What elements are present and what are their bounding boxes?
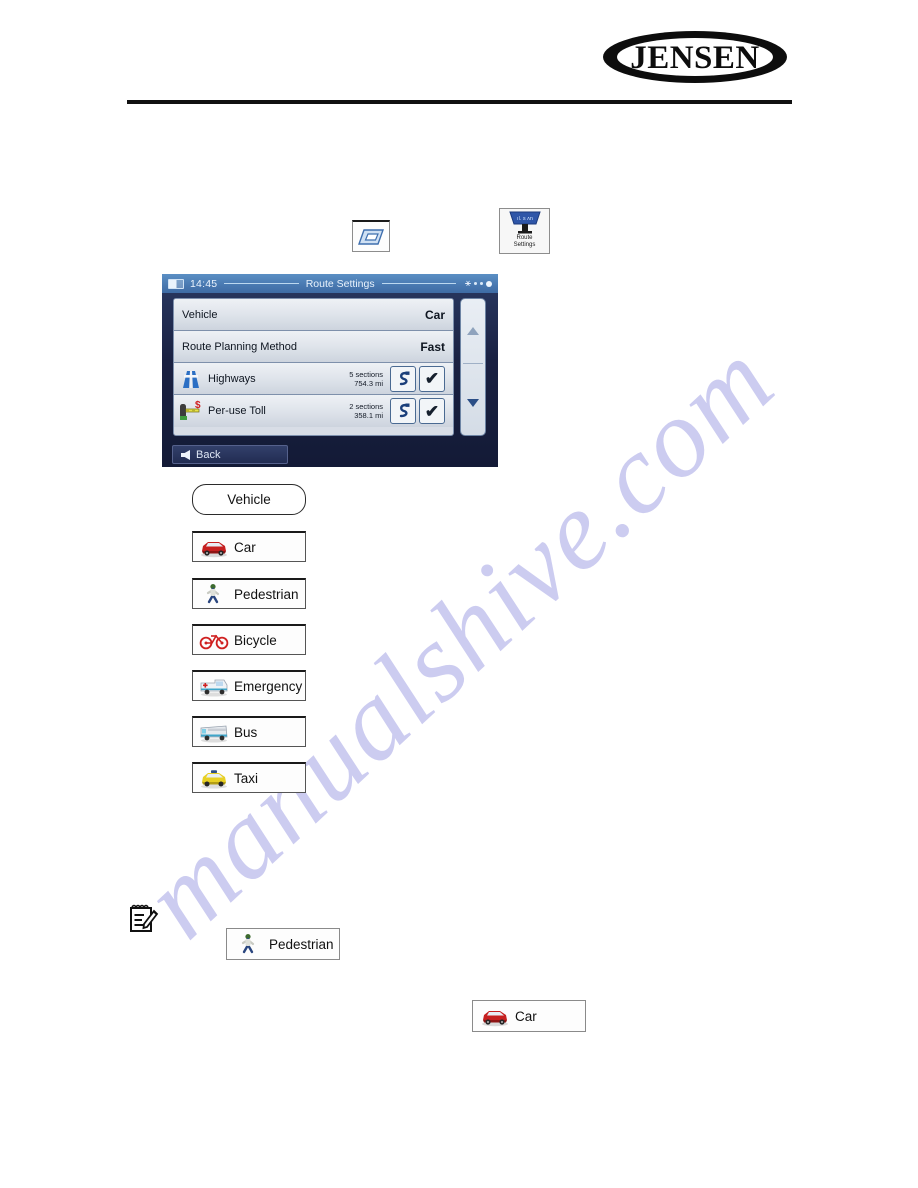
vehicle-heading-button[interactable]: Vehicle <box>192 484 306 515</box>
row-distance: 358.1 mi <box>354 411 383 420</box>
gps-device-screenshot: 14:45 Route Settings ⚹ Vehicle Car Route… <box>162 274 498 467</box>
toll-booth-icon: $ <box>178 399 204 423</box>
row-sections: 2 sections <box>349 402 383 411</box>
vehicle-option-label: Emergency <box>234 678 303 694</box>
screen-title: Route Settings <box>305 277 375 290</box>
pedestrian-icon <box>234 933 264 955</box>
car-icon <box>480 1005 510 1027</box>
vehicle-option-bus[interactable]: Bus <box>192 716 306 747</box>
row-label: Vehicle <box>182 308 218 321</box>
row-stats: 5 sections 754.3 mi <box>349 370 383 388</box>
row-stats: 2 sections 358.1 mi <box>349 402 383 420</box>
device-status-bar: 14:45 Route Settings ⚹ <box>162 274 498 293</box>
row-value: Fast <box>420 339 445 354</box>
header-divider-rule <box>127 100 792 104</box>
signal-dot-3 <box>486 280 493 287</box>
row-value: Car <box>424 307 445 322</box>
vehicle-option-label: Pedestrian <box>234 586 299 602</box>
svg-text:JENSEN: JENSEN <box>630 40 760 76</box>
bicycle-icon <box>199 629 229 651</box>
bus-icon <box>199 721 229 743</box>
scroll-down-arrow-icon[interactable] <box>467 399 479 407</box>
route-settings-list: Vehicle Car Route Planning Method Fast H… <box>173 298 454 436</box>
route-settings-icon-button[interactable]: ıl. s ʌn Route Settings <box>499 208 550 254</box>
vehicle-heading-label: Vehicle <box>227 492 271 507</box>
vehicle-option-label: Taxi <box>234 770 259 786</box>
note-car-label: Car <box>515 1008 537 1024</box>
svg-text:ıl. s ʌn: ıl. s ʌn <box>517 216 533 222</box>
vehicle-option-label: Bicycle <box>234 632 277 648</box>
row-distance: 754.3 mi <box>354 378 383 388</box>
route-settings-icon-label: Route Settings <box>514 235 536 248</box>
ambulance-icon <box>199 675 229 697</box>
notepad-pencil-icon <box>126 902 160 936</box>
detour-icon-button[interactable] <box>390 365 416 392</box>
svg-text:$: $ <box>195 400 201 411</box>
note-car-button[interactable]: Car <box>472 1000 586 1032</box>
status-right-rule <box>381 283 457 284</box>
check-icon: ✔ <box>424 401 440 421</box>
battery-icon <box>168 278 184 289</box>
vehicle-option-emergency[interactable]: Emergency <box>192 670 306 701</box>
list-row-highways[interactable]: Highways 5 sections 754.3 mi ✔ <box>174 363 453 395</box>
note-pedestrian-button[interactable]: Pedestrian <box>226 928 340 960</box>
vehicle-option-car[interactable]: Car <box>192 531 306 562</box>
list-scrollbar[interactable] <box>460 298 486 436</box>
status-time: 14:45 <box>190 277 218 290</box>
taxi-icon <box>199 767 229 789</box>
list-row-route-planning-method[interactable]: Route Planning Method Fast <box>174 331 453 363</box>
settings-parallelogram-icon[interactable] <box>352 220 390 252</box>
list-row-vehicle[interactable]: Vehicle Car <box>174 299 453 331</box>
list-row-per-use-toll[interactable]: $ Per-use Toll 2 sections 358.1 mi ✔ <box>174 395 453 427</box>
rs-label-line2: Settings <box>513 241 536 248</box>
per-use-toll-checkbox[interactable]: ✔ <box>419 398 445 424</box>
car-icon <box>199 536 229 558</box>
row-sections: 5 sections <box>349 369 383 379</box>
status-indicators: ⚹ <box>465 278 493 289</box>
back-button-label: Back <box>196 448 221 461</box>
note-pedestrian-label: Pedestrian <box>269 936 334 952</box>
vehicle-option-bicycle[interactable]: Bicycle <box>192 624 306 655</box>
check-icon: ✔ <box>424 369 440 388</box>
highways-checkbox[interactable]: ✔ <box>419 365 445 392</box>
device-back-button[interactable]: Back <box>172 445 288 464</box>
svg-text:®: ® <box>770 43 777 53</box>
row-label: Per-use Toll <box>208 405 266 417</box>
satellite-icon: ⚹ <box>465 278 472 289</box>
signal-dot-2 <box>480 282 484 285</box>
status-left-rule <box>224 283 299 284</box>
pedestrian-icon <box>199 583 229 605</box>
rs-label-line1: Route <box>516 235 533 241</box>
row-label: Route Planning Method <box>182 340 297 353</box>
signal-dot-1 <box>474 282 478 285</box>
route-settings-glyph: ıl. s ʌn <box>507 211 543 235</box>
vehicle-option-label: Car <box>234 539 256 555</box>
vehicle-option-label: Bus <box>234 724 258 740</box>
jensen-logo: JENSEN ® <box>602 29 788 85</box>
back-arrow-icon <box>181 449 190 460</box>
scrollbar-divider <box>463 363 483 364</box>
scroll-up-arrow-icon[interactable] <box>467 327 479 335</box>
detour-icon-button[interactable] <box>390 398 416 424</box>
highway-icon <box>178 367 204 391</box>
row-label: Highways <box>208 372 256 385</box>
vehicle-option-pedestrian[interactable]: Pedestrian <box>192 578 306 609</box>
vehicle-option-taxi[interactable]: Taxi <box>192 762 306 793</box>
